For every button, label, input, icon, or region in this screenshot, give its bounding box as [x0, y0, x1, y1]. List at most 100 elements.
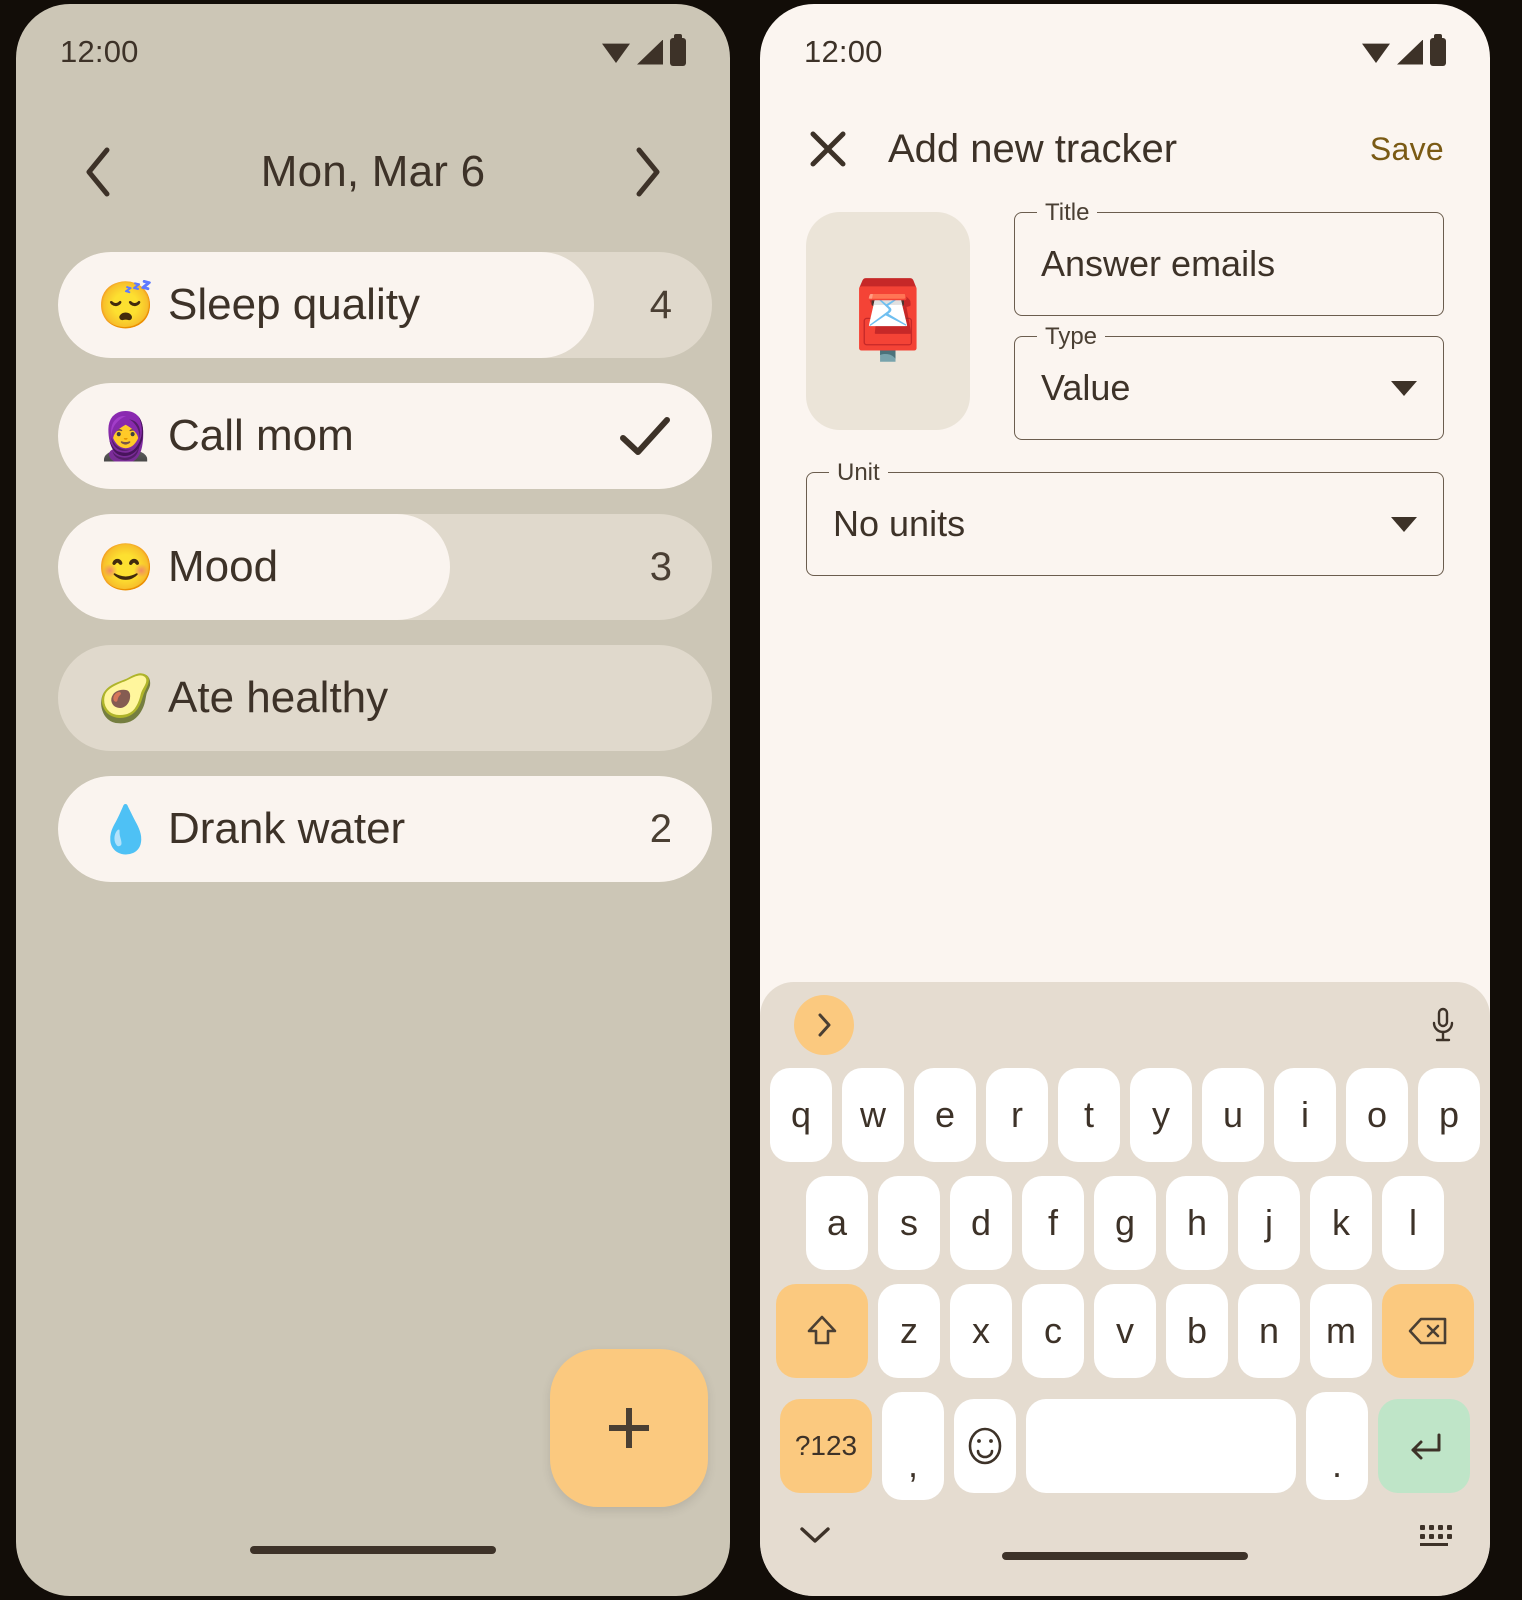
tracker-value: 3 [649, 544, 672, 589]
keyboard-layout-button[interactable] [1420, 1524, 1452, 1546]
key-t[interactable]: t [1058, 1068, 1120, 1162]
key-w[interactable]: w [842, 1068, 904, 1162]
smiling-face-emoji: 😊 [97, 541, 155, 593]
tracker-row-mood[interactable]: 😊 Mood 3 [58, 514, 712, 620]
wifi-icon [1362, 43, 1390, 63]
battery-icon [1430, 34, 1446, 66]
status-time: 12:00 [804, 34, 883, 69]
unit-field-label: Unit [829, 459, 888, 487]
key-n[interactable]: n [1238, 1284, 1300, 1378]
type-field-label: Type [1037, 323, 1106, 351]
close-button[interactable] [806, 127, 850, 171]
unit-field-value: No units [833, 503, 966, 544]
close-icon [810, 131, 846, 167]
tracker-row-content: 🥑 Ate healthy [58, 645, 712, 751]
add-tracker-fab[interactable] [550, 1349, 708, 1507]
key-j[interactable]: j [1238, 1176, 1300, 1270]
keyboard-row-2: a s d f g h j k l [760, 1176, 1490, 1270]
key-l[interactable]: l [1382, 1176, 1444, 1270]
tracker-row-call-mom[interactable]: 🧕 Call mom [58, 383, 712, 489]
type-field-value: Value [1041, 367, 1131, 408]
tracker-row-content: 😴 Sleep quality 4 [58, 252, 712, 358]
key-o[interactable]: o [1346, 1068, 1408, 1162]
form-fields: Title Answer emails Type Value [1014, 199, 1444, 440]
keyboard-expand-toolbar-button[interactable] [794, 995, 854, 1055]
tracker-form: 📮 Title Answer emails Type Value Unit No… [760, 199, 1490, 576]
unit-field[interactable]: Unit No units [806, 459, 1444, 576]
status-time: 12:00 [60, 34, 139, 69]
next-day-button[interactable] [626, 142, 670, 202]
status-icon-group [602, 34, 686, 66]
voice-input-button[interactable] [1430, 1006, 1456, 1044]
enter-arrow-icon [1411, 1433, 1441, 1460]
tracker-label: Sleep quality [168, 280, 420, 329]
key-e[interactable]: e [914, 1068, 976, 1162]
key-b[interactable]: b [1166, 1284, 1228, 1378]
key-p[interactable]: p [1418, 1068, 1480, 1162]
tracker-row-content: 💧 Drank water 2 [58, 776, 712, 882]
key-k[interactable]: k [1310, 1176, 1372, 1270]
date-navigation-header: Mon, Mar 6 [16, 124, 730, 220]
key-q[interactable]: q [770, 1068, 832, 1162]
unit-field-wrapper: Unit No units [760, 459, 1490, 576]
signal-icon [1397, 39, 1423, 65]
tracker-row-content: 🧕 Call mom [58, 383, 712, 489]
signal-icon [637, 39, 663, 65]
microphone-icon [1432, 1007, 1454, 1042]
backspace-key[interactable] [1382, 1284, 1474, 1378]
droplet-emoji: 💧 [97, 803, 155, 855]
hide-keyboard-button[interactable] [798, 1524, 832, 1546]
key-r[interactable]: r [986, 1068, 1048, 1162]
key-i[interactable]: i [1274, 1068, 1336, 1162]
tracker-label: Drank water [168, 804, 406, 853]
left-phone: 12:00 Mon, Mar 6 😴 Sleep quality 4 🧕 Cal… [16, 4, 730, 1596]
tracker-label: Ate healthy [168, 673, 389, 722]
screenshot-root: 12:00 Mon, Mar 6 😴 Sleep quality 4 🧕 Cal… [0, 0, 1522, 1600]
title-field[interactable]: Title Answer emails [1014, 199, 1444, 316]
shift-arrow-icon [807, 1315, 837, 1345]
previous-day-button[interactable] [76, 142, 120, 202]
chevron-down-icon [1391, 516, 1417, 532]
backspace-icon [1408, 1317, 1447, 1345]
tracker-row-sleep-quality[interactable]: 😴 Sleep quality 4 [58, 252, 712, 358]
key-c[interactable]: c [1022, 1284, 1084, 1378]
tracker-row-drank-water[interactable]: 💧 Drank water 2 [58, 776, 712, 882]
save-button[interactable]: Save [1370, 131, 1444, 168]
key-z[interactable]: z [878, 1284, 940, 1378]
keyboard-layout-underline [1420, 1542, 1448, 1546]
keyboard-row-3: z x c v b n m [760, 1284, 1490, 1378]
key-s[interactable]: s [878, 1176, 940, 1270]
avocado-emoji: 🥑 [97, 672, 155, 724]
sleeping-face-emoji: 😴 [97, 279, 155, 331]
tracker-value: 2 [649, 806, 672, 851]
tracker-row-content: 😊 Mood 3 [58, 514, 712, 620]
key-y[interactable]: y [1130, 1068, 1192, 1162]
screen-title: Add new tracker [888, 126, 1178, 171]
tracker-label: Call mom [168, 411, 354, 460]
key-d[interactable]: d [950, 1176, 1012, 1270]
chevron-down-icon [1391, 380, 1417, 396]
emoji-picker-button[interactable]: 📮 [806, 212, 970, 430]
key-u[interactable]: u [1202, 1068, 1264, 1162]
key-x[interactable]: x [950, 1284, 1012, 1378]
key-h[interactable]: h [1166, 1176, 1228, 1270]
wifi-icon [602, 43, 630, 63]
type-field[interactable]: Type Value [1014, 323, 1444, 440]
key-a[interactable]: a [806, 1176, 868, 1270]
on-screen-keyboard: q w e r t y u i o p a s d f g h j k l z … [760, 982, 1490, 1596]
title-field-label: Title [1037, 199, 1098, 227]
tracker-value: 4 [649, 282, 672, 327]
right-status-bar: 12:00 [760, 4, 1490, 100]
key-f[interactable]: f [1022, 1176, 1084, 1270]
key-g[interactable]: g [1094, 1176, 1156, 1270]
app-bar: Add new tracker Save [760, 110, 1490, 188]
key-v[interactable]: v [1094, 1284, 1156, 1378]
tracker-row-ate-healthy[interactable]: 🥑 Ate healthy [58, 645, 712, 751]
key-m[interactable]: m [1310, 1284, 1372, 1378]
shift-key[interactable] [776, 1284, 868, 1378]
title-field-value: Answer emails [1041, 243, 1276, 284]
home-indicator [250, 1546, 496, 1554]
smiley-face-icon [968, 1427, 1002, 1465]
tracker-label: Mood [168, 542, 279, 591]
status-icon-group [1362, 34, 1446, 66]
